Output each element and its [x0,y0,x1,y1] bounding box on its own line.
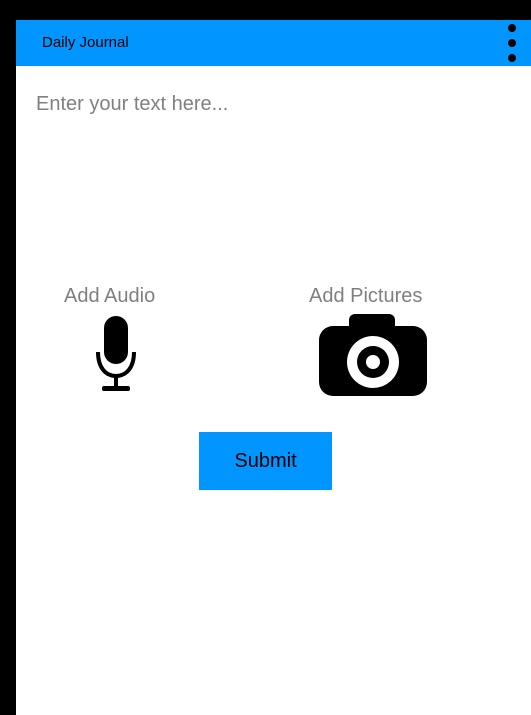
submit-button[interactable]: Submit [199,432,332,490]
add-audio-label: Add Audio [64,285,156,307]
add-pictures-label: Add Pictures [309,285,423,307]
more-vert-icon[interactable] [500,22,524,64]
microphone-icon [96,316,136,391]
journal-text-input[interactable] [36,92,506,262]
add-audio-button[interactable]: Add Audio [56,282,176,398]
camera-icon [319,314,427,396]
microphone-base [102,386,130,391]
microphone-capsule [104,316,128,364]
app-bar: Daily Journal [16,20,531,66]
camera-lens-glint [366,355,380,369]
app-screen: Daily Journal Add Audio Add Pictures [16,20,531,715]
device-frame: Daily Journal Add Audio Add Pictures [0,0,531,715]
app-title: Daily Journal [42,34,129,51]
add-pictures-button[interactable]: Add Pictures [304,282,444,398]
